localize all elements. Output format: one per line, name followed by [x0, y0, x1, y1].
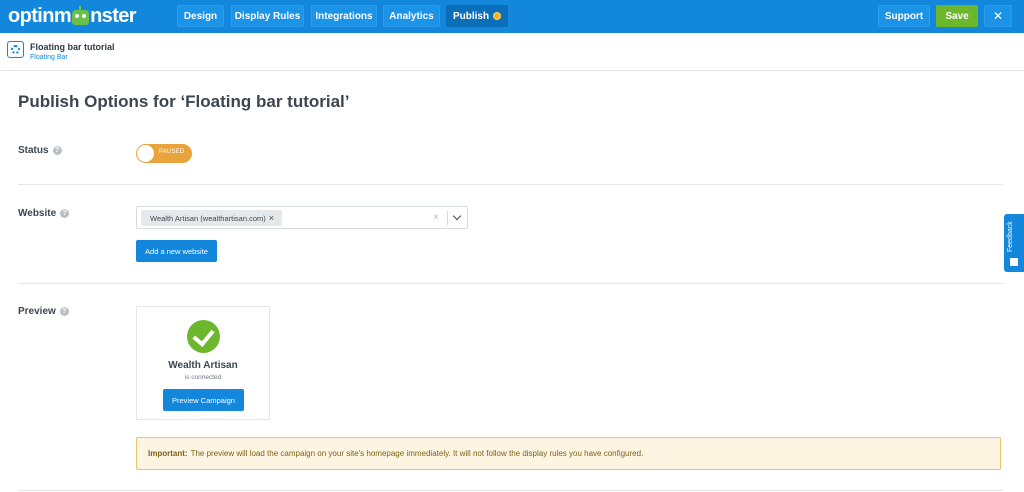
remove-website-icon[interactable]: ×: [269, 213, 274, 223]
close-icon: ✕: [992, 9, 1004, 23]
preview-campaign-label: Preview Campaign: [172, 395, 235, 405]
campaign-header: Floating bar tutorial Floating Bar: [0, 33, 1024, 71]
top-navigation-bar: optinm nster Design Display Rules Integr…: [0, 0, 1024, 33]
status-label-text: Status: [18, 145, 49, 156]
preview-campaign-button[interactable]: Preview Campaign: [163, 389, 244, 411]
tab-design[interactable]: Design: [177, 5, 224, 27]
clear-selection-icon[interactable]: ×: [433, 212, 439, 223]
feedback-tab[interactable]: Feedback: [1004, 214, 1024, 272]
tab-analytics[interactable]: Analytics: [383, 5, 440, 27]
logo-text-right: nster: [90, 5, 137, 27]
add-new-website-label: Add a new website: [145, 246, 208, 256]
selected-website-text: Wealth Artisan (wealthartisan.com): [150, 213, 266, 223]
notice-heading: Important:: [148, 449, 188, 458]
add-new-website-button[interactable]: Add a new website: [136, 240, 217, 262]
connection-status: is connected: [184, 374, 222, 381]
important-notice: Important: The preview will load the cam…: [136, 437, 1001, 470]
gear-icon: [11, 45, 20, 54]
status-help-icon[interactable]: ?: [52, 146, 62, 155]
feedback-label: Feedback: [1007, 221, 1014, 252]
status-label: Status ?: [18, 145, 62, 156]
support-button-label: Support: [884, 10, 924, 22]
monster-logo-icon: [72, 6, 90, 25]
notice-text: The preview will load the campaign on yo…: [190, 449, 644, 458]
save-button[interactable]: Save: [936, 5, 978, 27]
chevron-down-icon[interactable]: [452, 211, 462, 221]
feedback-icon: [1010, 258, 1018, 266]
connected-site-name: Wealth Artisan: [168, 360, 238, 371]
logo-text-left: optinm: [8, 5, 72, 27]
check-circle-icon: [187, 320, 220, 353]
preview-label: Preview ?: [18, 306, 69, 317]
divider: [18, 490, 1003, 491]
toggle-knob: [137, 145, 154, 162]
preview-help-icon[interactable]: ?: [59, 307, 69, 316]
tab-display-rules[interactable]: Display Rules: [231, 5, 304, 27]
status-toggle[interactable]: PAUSED: [136, 144, 192, 163]
page-title: Publish Options for ‘Floating bar tutori…: [18, 92, 350, 111]
save-button-label: Save: [945, 10, 969, 22]
status-toggle-text: PAUSED: [159, 149, 185, 155]
website-select[interactable]: Wealth Artisan (wealthartisan.com) × ×: [136, 206, 468, 229]
preview-card: Wealth Artisan is connected Preview Camp…: [136, 306, 270, 420]
tab-integrations[interactable]: Integrations: [311, 5, 377, 27]
tab-publish-label: Publish: [452, 10, 490, 22]
campaign-type: Floating Bar: [30, 54, 68, 61]
tab-publish[interactable]: Publish: [446, 5, 508, 27]
select-separator: [447, 211, 448, 225]
website-help-icon[interactable]: ?: [60, 209, 70, 218]
campaign-settings-icon[interactable]: [7, 41, 24, 58]
divider: [18, 184, 1003, 185]
tab-design-label: Design: [183, 10, 218, 22]
divider: [18, 283, 1003, 284]
selected-website-chip: Wealth Artisan (wealthartisan.com) ×: [141, 210, 282, 226]
website-label: Website ?: [18, 208, 70, 219]
publish-status-dot-icon: [493, 12, 502, 20]
tab-display-rules-label: Display Rules: [234, 10, 301, 22]
support-button[interactable]: Support: [878, 5, 930, 27]
campaign-title: Floating bar tutorial: [30, 42, 115, 52]
tab-integrations-label: Integrations: [315, 10, 373, 22]
tab-analytics-label: Analytics: [389, 10, 434, 22]
close-button[interactable]: ✕: [984, 5, 1012, 27]
preview-label-text: Preview: [18, 306, 56, 317]
optinmonster-logo[interactable]: optinm nster: [8, 5, 137, 28]
website-label-text: Website: [18, 208, 57, 219]
